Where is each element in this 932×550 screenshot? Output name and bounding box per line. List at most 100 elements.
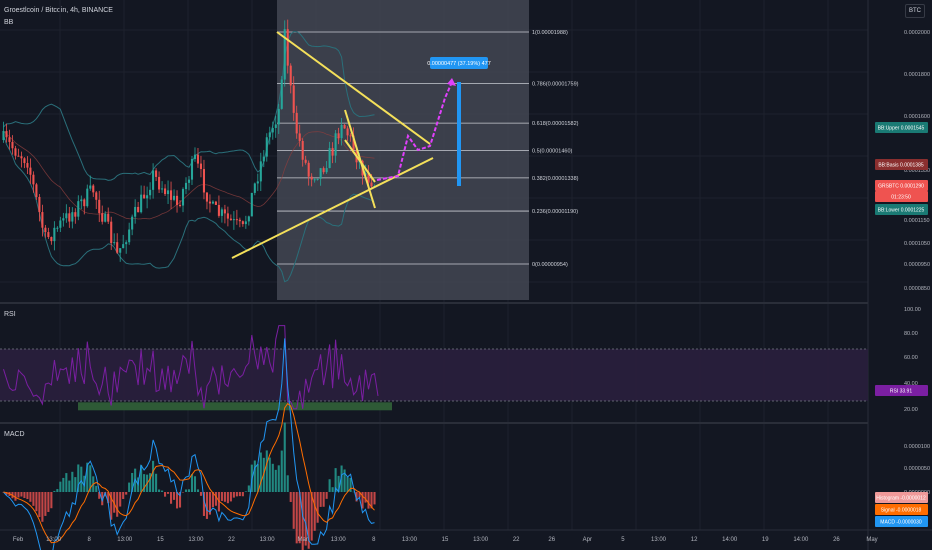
candle-body xyxy=(155,170,158,177)
candle-body xyxy=(307,162,310,177)
candle-body xyxy=(158,176,161,190)
macd-histogram-bar xyxy=(128,482,131,492)
candle-body xyxy=(214,201,217,205)
time-tick-label: 5 xyxy=(621,537,625,543)
candle-body xyxy=(167,190,170,195)
candle-body xyxy=(334,133,337,156)
time-tick-label: 12 xyxy=(691,537,698,543)
candle-body xyxy=(310,176,313,180)
macd-histogram-bar xyxy=(346,477,349,492)
macd-histogram-bar xyxy=(286,475,289,492)
candle-body xyxy=(50,237,53,242)
candle-body xyxy=(250,192,253,217)
candle-body xyxy=(35,184,38,197)
macd-histogram-bar xyxy=(331,487,334,492)
bb-upper-badge: BB:Upper 0.0001545 xyxy=(878,126,925,132)
candle-body xyxy=(202,169,206,193)
macd-histogram-bar xyxy=(71,471,74,492)
rsi-highlight xyxy=(78,402,392,411)
macd-histogram-bar xyxy=(172,492,176,500)
candle-body xyxy=(262,156,265,162)
fib-level-label: 0.786(0.00001759) xyxy=(532,81,579,87)
time-tick-label: 13:00 xyxy=(651,537,667,543)
candle-body xyxy=(146,195,149,199)
candle-body xyxy=(208,201,211,204)
macd-histogram-bar xyxy=(265,450,268,492)
time-tick-label: 26 xyxy=(833,537,840,543)
macd-histogram-bar xyxy=(373,492,376,505)
candle-body xyxy=(47,232,50,238)
macd-histogram-bar xyxy=(283,422,286,492)
time-tick-label: 15 xyxy=(442,537,449,543)
fib-level-label: 0.236(0.00001190) xyxy=(532,209,578,215)
time-tick-label: 22 xyxy=(228,537,235,543)
chart-canvas[interactable]: 1(0.00001988) 0.786(0.00001759) 0.618(0.00… xyxy=(0,0,932,550)
candle-body xyxy=(313,179,316,181)
candle-body xyxy=(370,182,373,187)
price-tick-label: 0.0001150 xyxy=(904,218,930,224)
price-tick-label: 0.0001050 xyxy=(904,241,930,247)
price-tick-label: 0.0000850 xyxy=(904,286,930,292)
time-tick-label: 13:00 xyxy=(117,537,133,543)
macd-histogram-bar xyxy=(170,492,173,504)
macd-histogram-bar xyxy=(316,492,319,523)
candle-body xyxy=(301,140,304,160)
macd-histogram-bar xyxy=(74,477,77,492)
macd-histogram-bar xyxy=(53,490,56,492)
macd-histogram-bar xyxy=(280,450,283,492)
macd-histogram-bar xyxy=(364,492,367,503)
time-tick-label: 22 xyxy=(513,537,520,543)
candle-body xyxy=(211,201,214,204)
candle-body xyxy=(137,206,140,213)
candle-body xyxy=(38,196,41,213)
macd-tick-label: 0.0000100 xyxy=(904,444,930,450)
candle-body xyxy=(319,168,322,179)
macd-histogram-bar xyxy=(80,466,83,492)
candle-body xyxy=(143,194,146,199)
macd-histogram-bar xyxy=(256,464,259,492)
macd-histogram-bar xyxy=(17,492,20,498)
candle-body xyxy=(149,189,152,196)
time-tick-label: 13:00 xyxy=(473,537,489,543)
candle-body xyxy=(122,244,125,249)
candle-body xyxy=(274,124,277,128)
price-badge: GRSBTC 0.0001290 xyxy=(878,184,924,190)
macd-histogram-bar xyxy=(226,492,229,504)
candle-body xyxy=(304,159,307,163)
candle-body xyxy=(232,219,235,221)
candle-body xyxy=(190,158,194,180)
candle-body xyxy=(134,206,137,217)
measure-label: 0.00000477 (37.19%) 477 xyxy=(427,61,491,67)
candle-body xyxy=(119,248,122,253)
candle-body xyxy=(286,29,289,66)
macd-histogram-bar xyxy=(247,485,250,492)
macd-histogram-bar xyxy=(244,491,247,492)
candle-body xyxy=(247,216,250,222)
candle-body xyxy=(172,195,176,200)
macd-histogram-bar xyxy=(319,492,322,507)
candle-body xyxy=(62,218,65,221)
candle-body xyxy=(316,178,319,180)
macd-histogram-bar xyxy=(181,492,185,493)
time-tick-label: 15 xyxy=(157,537,164,543)
macd-histogram-bar xyxy=(328,479,331,492)
macd-histogram-bar xyxy=(68,480,71,492)
macd-histogram-bar xyxy=(220,492,223,501)
macd-histogram-bar xyxy=(199,492,203,496)
macd-histogram-bar xyxy=(164,492,167,497)
candle-body xyxy=(116,242,119,253)
time-tick-label: Feb xyxy=(13,537,24,543)
rsi-tick-label: 100.00 xyxy=(904,307,921,313)
macd-histogram-bar xyxy=(268,457,271,492)
macd-histogram-bar xyxy=(193,476,197,492)
macd-histogram-bar xyxy=(44,492,47,516)
candle-body xyxy=(68,213,71,222)
time-tick-label: 8 xyxy=(87,537,91,543)
candle-body xyxy=(161,188,164,190)
candle-body xyxy=(131,216,134,230)
macd-histogram-bar xyxy=(122,492,125,499)
histogram-badge: Histogram -0.0000012 xyxy=(876,496,926,502)
candle-body xyxy=(226,213,229,219)
candle-body xyxy=(80,199,83,202)
macd-histogram-bar xyxy=(41,492,44,522)
